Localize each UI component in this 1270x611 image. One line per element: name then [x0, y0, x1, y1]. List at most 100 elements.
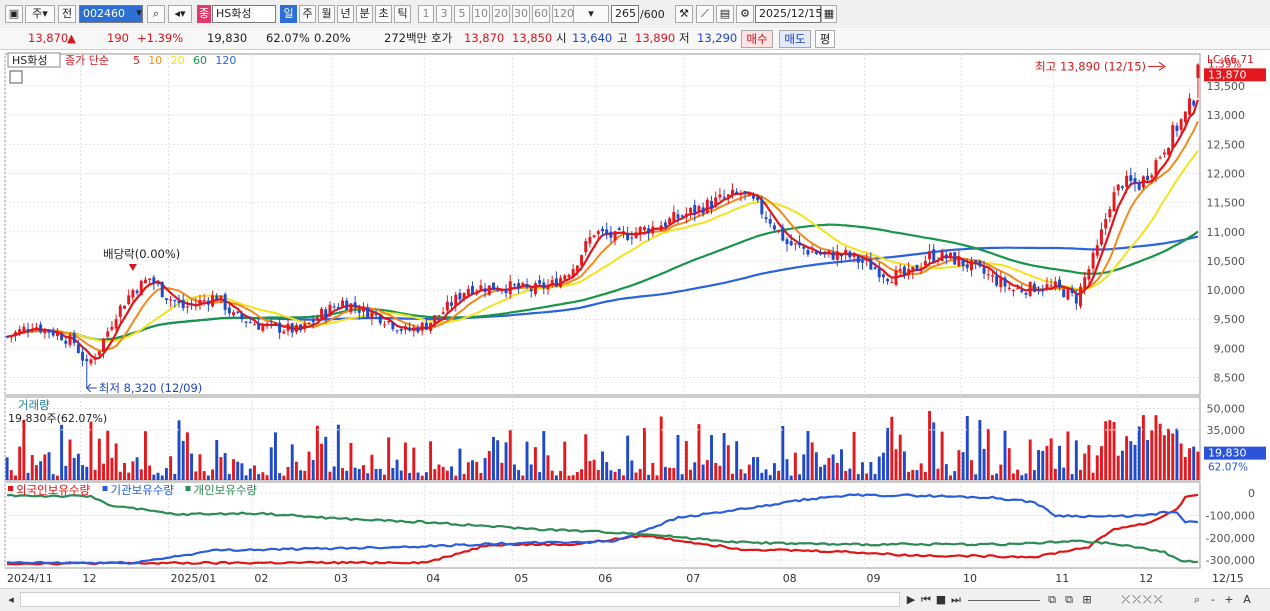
candle-body [802, 246, 806, 249]
candle-body [429, 322, 433, 331]
minute-button[interactable]: 5 [454, 5, 470, 23]
candle-body [64, 340, 68, 344]
horizontal-scrollbar[interactable] [20, 592, 900, 607]
volume-bar [378, 468, 382, 480]
period-button[interactable]: 틱 [394, 5, 411, 23]
minute-button[interactable]: 3 [436, 5, 452, 23]
candle-body [487, 285, 491, 295]
minute-button[interactable]: 1 [418, 5, 434, 23]
period-button[interactable]: 월 [318, 5, 335, 23]
chart-layout-icon[interactable]: ▣ [5, 5, 23, 23]
tools-icon[interactable]: ⚒ [675, 5, 693, 23]
x-tick-label: 09 [867, 572, 881, 585]
speaker-icon[interactable]: ◂▾ [168, 5, 192, 23]
compare-icon[interactable]: ⊞ [1080, 592, 1094, 607]
eval-button[interactable]: 평 [815, 30, 835, 48]
volume-bar [827, 457, 831, 480]
candle-body [881, 274, 885, 278]
play-right-icon[interactable]: ▶ [904, 592, 918, 607]
candle-body [1020, 290, 1024, 292]
zoom-out-icon[interactable]: - [1206, 592, 1220, 607]
volume-bar [206, 475, 210, 480]
volume-bar [844, 470, 848, 480]
volume-bar [177, 420, 181, 480]
minute-button[interactable]: 120 [552, 5, 574, 23]
candle-body [345, 300, 349, 310]
candle-body [169, 299, 173, 301]
price-pane [4, 53, 1201, 396]
candle-body [1074, 294, 1078, 304]
candle [1079, 283, 1082, 309]
font-size-icon[interactable]: A [1240, 592, 1254, 607]
volume-bar [1133, 444, 1137, 480]
candle [160, 281, 164, 298]
line-draw-icon[interactable]: ⟋ [696, 5, 714, 23]
step-back-icon[interactable]: ⏮ [919, 592, 933, 607]
grid-icon[interactable]: ⧉ [1045, 592, 1059, 607]
candle-body [454, 294, 458, 307]
date-input[interactable]: 2025/12/15 [755, 5, 822, 23]
buy-button[interactable]: 매수 [741, 30, 773, 48]
zoom-slider[interactable] [968, 592, 1040, 601]
search-icon[interactable]: ⌕ [147, 5, 165, 23]
candle-body [458, 292, 462, 300]
volume-bar [194, 471, 198, 480]
period-button[interactable]: 년 [337, 5, 354, 23]
minute-button[interactable]: 60 [532, 5, 550, 23]
code-dropdown-icon[interactable]: ▾ [133, 5, 145, 23]
period-button[interactable]: 주 [299, 5, 316, 23]
volume-bar [68, 439, 72, 480]
stop-icon[interactable]: ■ [934, 592, 948, 607]
volume-bar [152, 474, 156, 480]
status-bar: ◂ ▶ ⏮ ■ ⏭ ⧉ ⧉ ⊞ ⤫⤫⤫⤫ ⌕ - + A [0, 588, 1270, 611]
scroll-left-icon[interactable]: ◂ [4, 592, 18, 607]
volume-bar [630, 460, 634, 480]
volume-bar [416, 472, 420, 480]
candle-body [1167, 147, 1171, 155]
legend-item: 60 [193, 54, 207, 67]
candle-body [433, 315, 437, 324]
period-prefix[interactable]: 전 [58, 5, 76, 23]
volume-bar [701, 464, 705, 480]
count-input[interactable]: 265 [611, 5, 639, 23]
candle-body [911, 266, 915, 273]
x-tick-label: 2025/01 [171, 572, 217, 585]
volume-bar [424, 472, 428, 480]
type-dropdown[interactable]: 주▾ [25, 5, 55, 23]
candle-body [290, 323, 294, 333]
layout-icon[interactable]: ⧉ [1062, 592, 1076, 607]
gear-icon[interactable]: ⚙ [736, 5, 754, 23]
volume-bar [253, 465, 256, 480]
candle-body [1091, 252, 1095, 269]
zoom-icon[interactable]: ⌕ [1190, 592, 1204, 607]
x-tick-label: 04 [426, 572, 440, 585]
calendar-icon[interactable]: ▦ [821, 5, 837, 23]
candle-body [634, 232, 638, 239]
minute-button[interactable]: 10 [472, 5, 490, 23]
candle-body [718, 194, 722, 198]
step-forward-icon[interactable]: ⏭ [949, 592, 963, 607]
stock-chart[interactable]: 8,500 9,000 9,500 10,000 10,500 11,000 11,500 1… [0, 50, 1270, 588]
minute-button[interactable]: 30 [512, 5, 530, 23]
stock-name-field[interactable]: HS화성 [212, 5, 276, 23]
period-button[interactable]: 분 [356, 5, 373, 23]
candle-body [462, 292, 466, 299]
volume-bar [974, 474, 978, 480]
candle-body [923, 260, 927, 266]
candle-body [697, 206, 701, 211]
period-button[interactable]: 초 [375, 5, 392, 23]
candle-body [43, 329, 47, 334]
volume-bar [1162, 435, 1166, 480]
period-button[interactable]: 일 [280, 5, 297, 23]
minute-dropdown[interactable]: ▾ [573, 5, 609, 23]
minute-button[interactable]: 20 [492, 5, 510, 23]
volume-bar [1041, 450, 1045, 480]
zoom-in-icon[interactable]: + [1222, 592, 1236, 607]
candle-body [873, 267, 877, 270]
volume-bar [739, 469, 743, 480]
volume-bar [118, 471, 122, 480]
save-icon[interactable]: ▤ [716, 5, 734, 23]
candle-body [1011, 290, 1015, 292]
sell-button[interactable]: 매도 [779, 30, 811, 48]
drawing-tools-icon[interactable]: ⤫⤫⤫⤫ [1098, 592, 1188, 607]
